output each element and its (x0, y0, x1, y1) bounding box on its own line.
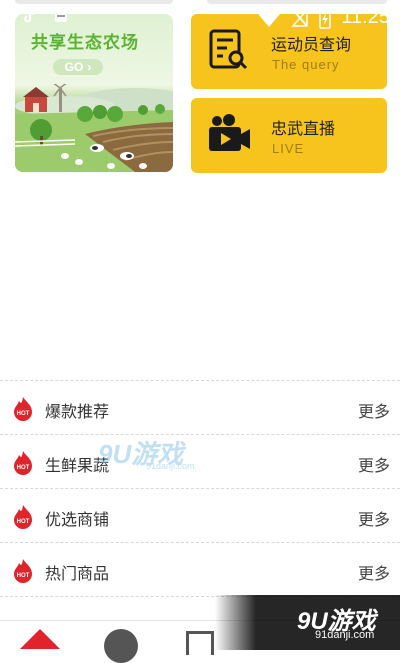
list-item[interactable]: HOT 优选商铺 更多 (0, 489, 400, 543)
hot-flame-icon: HOT (14, 505, 32, 529)
play-icon[interactable] (104, 629, 138, 663)
corner-watermark: 9U游戏 91danji.com (215, 595, 400, 650)
svg-text:HOT: HOT (17, 519, 30, 525)
card-subtitle: The query (272, 57, 340, 72)
card-title: 忠武直播 (271, 119, 336, 138)
go-label: GO (64, 60, 84, 74)
section-label: 爆款推荐 (45, 402, 110, 421)
hot-flame-icon: HOT (14, 397, 32, 421)
more-link[interactable]: 更多 (358, 452, 390, 476)
corner-watermark-sub: 91danji.com (315, 629, 375, 641)
section-list: HOT 爆款推荐 更多 HOT 生鲜果蔬 更多 HOT 优选商铺 更多 HOT … (0, 380, 400, 597)
battery-icon (319, 6, 332, 29)
list-item[interactable]: HOT 爆款推荐 更多 (0, 381, 400, 435)
svg-text:HOT: HOT (17, 411, 30, 417)
video-camera-icon (209, 114, 250, 151)
svg-text:HOT: HOT (17, 465, 30, 471)
status-time: 11:25 (341, 6, 390, 28)
list-item[interactable]: HOT 热门商品 更多 (0, 543, 400, 597)
app-notification-icon (55, 12, 67, 22)
section-label: 热门商品 (45, 564, 110, 583)
news-icon[interactable] (186, 631, 214, 655)
no-signal-icon (291, 7, 309, 27)
more-link[interactable]: 更多 (358, 560, 390, 584)
section-label: 优选商铺 (45, 510, 110, 529)
hot-flame-icon: HOT (14, 451, 32, 475)
tiktok-icon (24, 10, 35, 23)
live-card[interactable]: 忠武直播 LIVE (191, 98, 387, 173)
svg-text:HOT: HOT (17, 573, 30, 579)
more-link[interactable]: 更多 (358, 398, 390, 422)
watermark: 9U游戏 91danji.com (98, 434, 208, 474)
watermark-sub: 91danji.com (146, 461, 195, 471)
more-link[interactable]: 更多 (358, 506, 390, 530)
farm-banner[interactable]: 共享生态农场 GO › (15, 14, 173, 172)
hot-flame-icon: HOT (14, 559, 32, 583)
wifi-icon (258, 9, 281, 27)
farm-illustration (15, 84, 173, 172)
status-bar: 11:25 (0, 0, 400, 36)
go-button[interactable]: GO › (53, 59, 103, 75)
home-icon[interactable] (18, 627, 62, 653)
card-subtitle: LIVE (272, 141, 305, 156)
chevron-right-icon: › (87, 60, 92, 74)
